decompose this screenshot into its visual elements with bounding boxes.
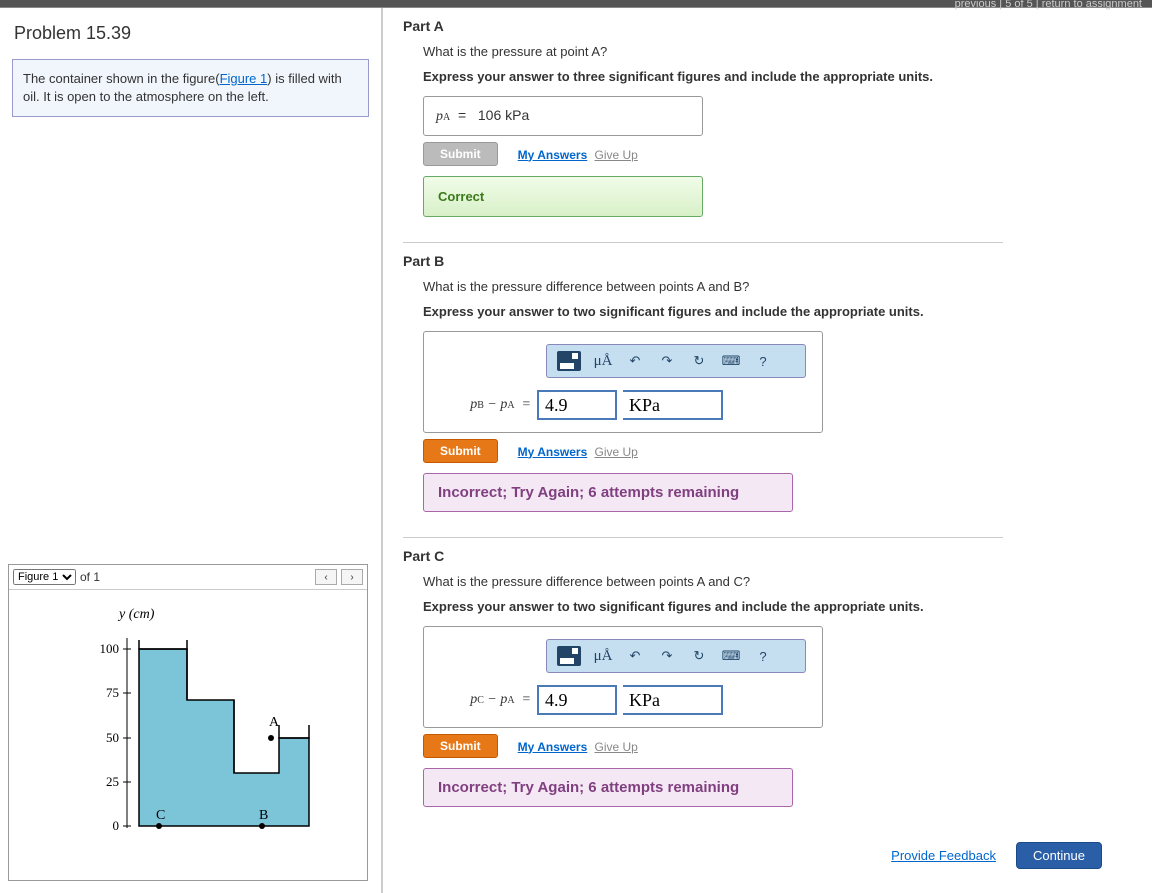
problem-desc-pre: The container shown in the figure( <box>23 71 220 86</box>
part-c-unit-input[interactable] <box>623 685 723 715</box>
part-b-value-input[interactable] <box>537 390 617 420</box>
part-c-submit-button[interactable]: Submit <box>423 734 498 758</box>
undo-icon[interactable]: ↶ <box>625 647 645 665</box>
part-b-question: What is the pressure difference between … <box>423 279 1003 294</box>
figure-link[interactable]: Figure 1 <box>220 71 268 86</box>
reset-icon[interactable]: ↻ <box>689 647 709 665</box>
fraction-icon[interactable] <box>557 646 581 666</box>
part-a: Part A What is the pressure at point A? … <box>403 18 1132 227</box>
redo-icon[interactable]: ↷ <box>657 647 677 665</box>
svg-text:100: 100 <box>100 641 120 656</box>
point-a-label: A <box>269 715 280 730</box>
keyboard-icon[interactable]: ⌨ <box>721 352 741 370</box>
part-c-my-answers-link[interactable]: My Answers <box>518 740 588 754</box>
figure-prev-button[interactable]: ‹ <box>315 569 337 585</box>
svg-text:25: 25 <box>106 774 119 789</box>
part-a-answer-box: pA = 106 kPa <box>423 96 703 136</box>
part-a-my-answers-link[interactable]: My Answers <box>518 148 588 162</box>
part-b-submit-button[interactable]: Submit <box>423 439 498 463</box>
part-b-give-up-link[interactable]: Give Up <box>595 445 638 459</box>
svg-text:75: 75 <box>106 685 119 700</box>
part-b-my-answers-link[interactable]: My Answers <box>518 445 588 459</box>
fraction-icon[interactable] <box>557 351 581 371</box>
provide-feedback-link[interactable]: Provide Feedback <box>891 848 996 863</box>
part-b-answer-box: μÅ ↶ ↷ ↻ ⌨ ? pB − pA = <box>423 331 823 433</box>
part-b-feedback: Incorrect; Try Again; 6 attempts remaini… <box>423 473 793 512</box>
part-b-title: Part B <box>403 253 1132 269</box>
svg-text:0: 0 <box>113 818 120 833</box>
point-c-label: C <box>156 808 165 823</box>
part-b-instruction: Express your answer to two significant f… <box>423 304 1003 319</box>
problem-title: Problem 15.39 <box>8 23 373 44</box>
units-icon[interactable]: μÅ <box>593 647 613 665</box>
redo-icon[interactable]: ↷ <box>657 352 677 370</box>
part-c: Part C What is the pressure difference b… <box>403 548 1132 817</box>
part-c-toolbar: μÅ ↶ ↷ ↻ ⌨ ? <box>546 639 806 673</box>
help-icon[interactable]: ? <box>753 352 773 370</box>
part-c-give-up-link[interactable]: Give Up <box>595 740 638 754</box>
part-a-question: What is the pressure at point A? <box>423 44 1003 59</box>
point-b-label: B <box>259 808 268 823</box>
part-a-submit-button: Submit <box>423 142 498 166</box>
figure-image: y (cm) 100 75 50 25 0 A B C <box>9 590 367 880</box>
reset-icon[interactable]: ↻ <box>689 352 709 370</box>
part-a-feedback: Correct <box>423 176 703 217</box>
part-b-lhs: pB − pA = <box>436 397 531 413</box>
units-icon[interactable]: μÅ <box>593 352 613 370</box>
part-a-title: Part A <box>403 18 1132 34</box>
part-c-instruction: Express your answer to two significant f… <box>423 599 1003 614</box>
part-a-instruction: Express your answer to three significant… <box>423 69 1003 84</box>
part-a-var: p <box>436 109 443 124</box>
part-a-value: 106 kPa <box>478 107 529 123</box>
part-c-feedback: Incorrect; Try Again; 6 attempts remaini… <box>423 768 793 807</box>
help-icon[interactable]: ? <box>753 647 773 665</box>
figure-next-button[interactable]: › <box>341 569 363 585</box>
part-a-eq: = <box>458 107 466 123</box>
part-c-question: What is the pressure difference between … <box>423 574 1003 589</box>
part-c-answer-box: μÅ ↶ ↷ ↻ ⌨ ? pC − pA = <box>423 626 823 728</box>
figure-of-text: of 1 <box>80 570 100 584</box>
part-c-title: Part C <box>403 548 1132 564</box>
part-a-sub: A <box>443 112 450 123</box>
nav-position: 5 of 5 <box>1005 0 1033 10</box>
part-b-unit-input[interactable] <box>623 390 723 420</box>
part-b: Part B What is the pressure difference b… <box>403 253 1132 522</box>
part-a-give-up-link: Give Up <box>595 148 638 162</box>
keyboard-icon[interactable]: ⌨ <box>721 647 741 665</box>
nav-previous[interactable]: previous <box>955 0 997 10</box>
part-c-value-input[interactable] <box>537 685 617 715</box>
problem-description: The container shown in the figure(Figure… <box>12 59 369 117</box>
continue-button[interactable]: Continue <box>1016 842 1102 869</box>
axis-y-label: y (cm) <box>117 607 155 622</box>
part-b-toolbar: μÅ ↶ ↷ ↻ ⌨ ? <box>546 344 806 378</box>
figure-select[interactable]: Figure 1 <box>13 569 76 585</box>
part-c-lhs: pC − pA = <box>436 692 531 708</box>
nav-return[interactable]: return to assignment <box>1042 0 1142 10</box>
svg-text:50: 50 <box>106 730 119 745</box>
figure-panel: Figure 1 of 1 ‹ › y (cm) 100 75 50 25 0 <box>8 564 368 881</box>
undo-icon[interactable]: ↶ <box>625 352 645 370</box>
